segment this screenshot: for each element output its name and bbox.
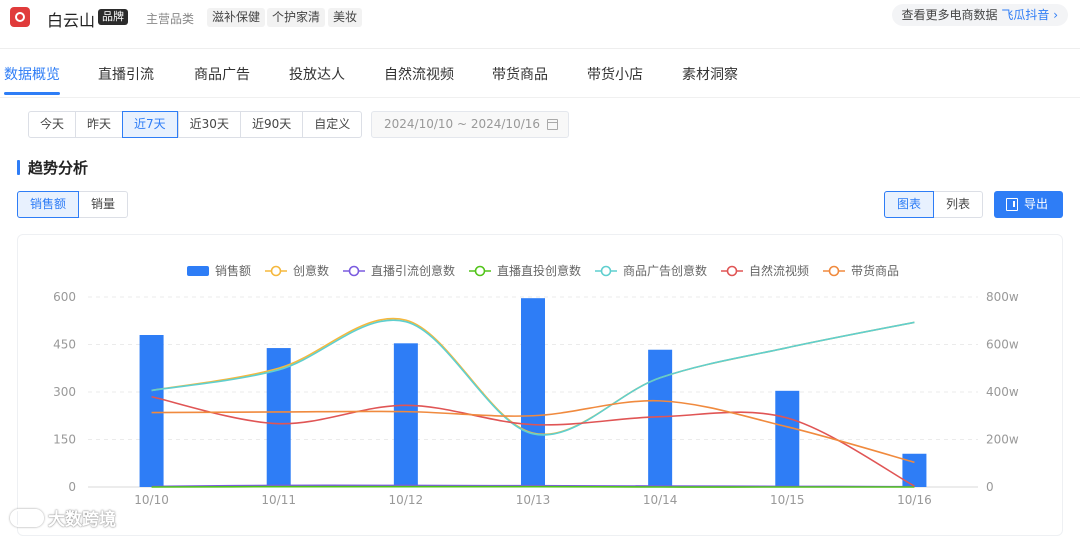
trend-chart: 0 150 300 450 600 0 200w 400w 600w 800w 10/10 10/11… [53, 263, 1019, 507]
category-label: 主营品类 [146, 12, 195, 26]
range-custom-button[interactable]: 自定义 [302, 112, 361, 137]
brand-tag-badge: 品牌 [98, 9, 128, 25]
tab-overview[interactable]: 数据概览 [4, 64, 60, 84]
x-tick-label: 10/12 [389, 493, 424, 507]
trend-chart-card: 0 150 300 450 600 0 200w 400w 600w 800w 10/10 10/11… [17, 234, 1063, 536]
y-left-tick-label: 600 [53, 290, 76, 304]
bar-销售额 [521, 298, 545, 487]
x-tick-label: 10/13 [516, 493, 551, 507]
legend-swatch [187, 266, 209, 276]
section-accent-bar [17, 160, 20, 175]
date-range-selector: 今天 昨天 近7天 近30天 近90天 自定义 [28, 111, 363, 138]
legend-label: 自然流视频 [749, 263, 809, 278]
view-chart-button[interactable]: 图表 [884, 191, 935, 218]
date-range-value: 2024/10/10 ~ 2024/10/16 [384, 117, 541, 131]
legend-label: 创意数 [293, 263, 329, 278]
more-data-accent: 飞瓜抖音 › [1001, 8, 1058, 22]
tab-products[interactable]: 带货商品 [492, 64, 548, 84]
bar-销售额 [775, 390, 800, 487]
legend-marker [600, 265, 612, 277]
range-90days-button[interactable]: 近90天 [239, 112, 302, 137]
range-today-button[interactable]: 今天 [29, 112, 75, 137]
tab-organic-videos[interactable]: 自然流视频 [384, 64, 454, 84]
tabs-divider [0, 97, 1080, 98]
bar-销售额 [648, 349, 673, 487]
more-data-text: 查看更多电商数据 [901, 8, 998, 22]
y-right-tick-label: 0 [986, 480, 994, 494]
x-tick-label: 10/16 [897, 493, 932, 507]
metric-toggle: 销售额 销量 [17, 191, 129, 218]
calendar-icon [547, 119, 558, 130]
legend-marker [828, 265, 840, 277]
y-right-tick-label: 200w [986, 433, 1019, 447]
active-tab-indicator [4, 92, 60, 95]
view-toggle: 图表 列表 [884, 191, 984, 218]
x-tick-label: 10/10 [134, 493, 169, 507]
watermark: 大数跨境 [10, 505, 116, 530]
watermark-logo-icon [10, 508, 44, 527]
more-data-link[interactable]: 查看更多电商数据 飞瓜抖音 › [891, 4, 1068, 26]
legend-marker [270, 265, 282, 277]
range-30days-button[interactable]: 近30天 [177, 112, 240, 137]
export-label: 导出 [1024, 197, 1049, 211]
watermark-text: 大数跨境 [48, 510, 116, 530]
main-tabs: 数据概览 直播引流 商品广告 投放达人 自然流视频 带货商品 带货小店 素材洞察 [0, 56, 1080, 96]
y-left-tick-label: 150 [53, 433, 76, 447]
view-list-button[interactable]: 列表 [934, 192, 982, 217]
legend-marker [474, 265, 486, 277]
tab-product-ads[interactable]: 商品广告 [194, 64, 250, 84]
range-7days-button[interactable]: 近7天 [122, 111, 178, 138]
date-range-input[interactable]: 2024/10/10 ~ 2024/10/16 [371, 111, 569, 138]
bar-销售额 [139, 335, 164, 487]
legend-label: 商品广告创意数 [623, 263, 707, 278]
x-tick-label: 10/11 [261, 493, 296, 507]
y-left-tick-label: 0 [68, 480, 76, 494]
legend-marker [726, 265, 738, 277]
y-right-tick-label: 800w [986, 290, 1019, 304]
category-chip: 滋补保健 [207, 8, 266, 27]
tab-shops[interactable]: 带货小店 [587, 64, 643, 84]
y-left-tick-label: 450 [53, 338, 76, 352]
brand-name[interactable]: 白云山 [47, 7, 95, 31]
bar-销售额 [393, 343, 418, 487]
legend-marker [348, 265, 360, 277]
metric-sales-amount-button[interactable]: 销售额 [17, 191, 80, 218]
tab-live-traffic[interactable]: 直播引流 [98, 64, 154, 84]
category-chip: 个护家清 [267, 8, 326, 27]
y-right-tick-label: 600w [986, 338, 1019, 352]
x-tick-label: 10/14 [643, 493, 678, 507]
export-button[interactable]: 导出 [994, 191, 1063, 218]
range-yesterday-button[interactable]: 昨天 [75, 112, 122, 137]
legend-label: 直播直投创意数 [497, 263, 581, 278]
legend-label: 带货商品 [851, 263, 899, 278]
x-tick-label: 10/15 [770, 493, 805, 507]
header-divider [0, 48, 1080, 49]
metric-sales-volume-button[interactable]: 销量 [79, 192, 127, 217]
header-bar: 白云山 品牌 主营品类 滋补保健 个护家清 美妆 查看更多电商数据 飞瓜抖音 › [0, 0, 1080, 36]
y-left-tick-label: 300 [53, 385, 76, 399]
category-chip: 美妆 [328, 8, 363, 27]
tab-creative-insight[interactable]: 素材洞察 [682, 64, 738, 84]
tab-influencers[interactable]: 投放达人 [289, 64, 345, 84]
excel-export-icon [1006, 198, 1018, 211]
legend-label: 销售额 [215, 263, 251, 278]
legend-label: 直播引流创意数 [371, 263, 455, 278]
section-title: 趋势分析 [28, 159, 89, 177]
y-right-tick-label: 400w [986, 385, 1019, 399]
brand-logo-icon [10, 7, 30, 27]
